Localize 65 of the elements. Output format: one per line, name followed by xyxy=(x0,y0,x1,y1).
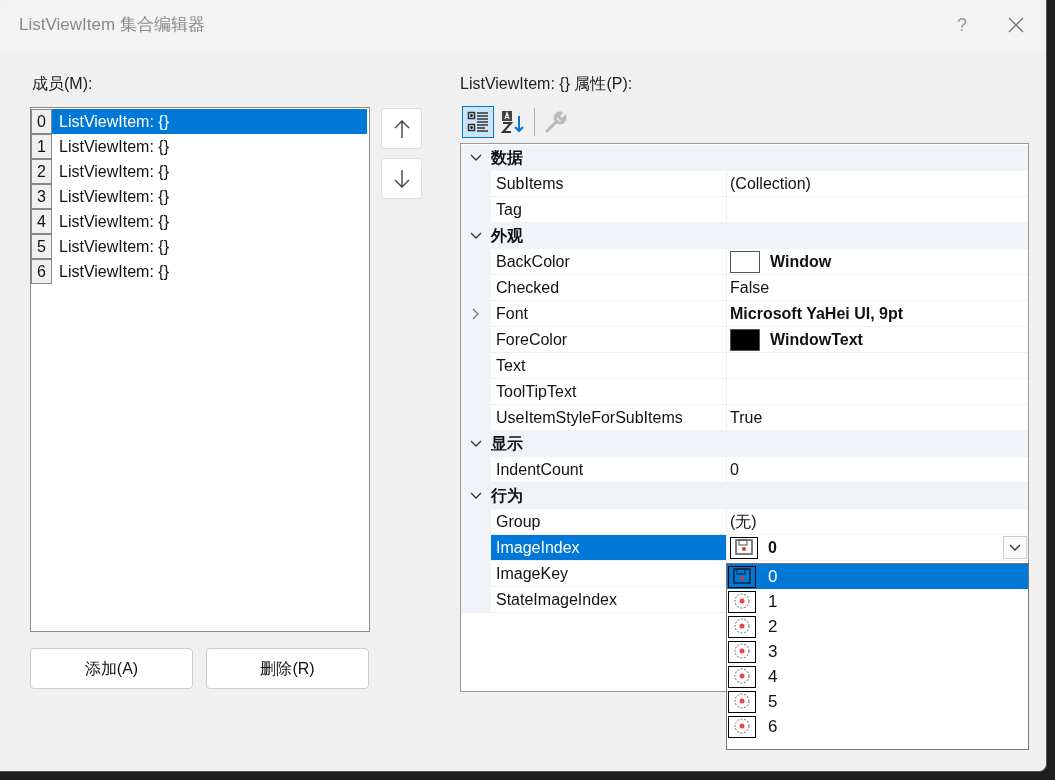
member-item[interactable]: ListViewItem: {} xyxy=(52,159,367,184)
property-name[interactable]: ToolTipText xyxy=(491,379,727,405)
sort-alphabetical-icon xyxy=(501,110,525,134)
member-item[interactable]: ListViewItem: {} xyxy=(52,109,367,134)
window-title: ListViewItem 集合编辑器 xyxy=(19,14,205,37)
member-item[interactable]: ListViewItem: {} xyxy=(52,209,367,234)
close-icon xyxy=(1008,17,1024,33)
property-value: False xyxy=(730,277,770,298)
property-value: 0 xyxy=(768,537,777,558)
row-index: 1 xyxy=(31,134,52,159)
categorized-button[interactable] xyxy=(462,106,494,138)
property-name[interactable]: Checked xyxy=(491,275,727,301)
row-index: 5 xyxy=(31,234,52,259)
dropdown-option[interactable]: 1 xyxy=(727,589,1028,614)
row-index: 0 xyxy=(31,109,52,134)
members-label: 成员(M): xyxy=(32,74,94,94)
dropdown-option[interactable]: 0 xyxy=(727,564,1028,589)
property-name[interactable]: ForeColor xyxy=(491,327,727,353)
member-item[interactable]: ListViewItem: {} xyxy=(52,234,367,259)
member-item[interactable]: ListViewItem: {} xyxy=(52,184,367,209)
dropdown-option[interactable]: 4 xyxy=(727,664,1028,689)
property-name[interactable]: SubItems xyxy=(491,171,727,197)
member-item[interactable]: ListViewItem: {} xyxy=(52,134,367,159)
row-index: 3 xyxy=(31,184,52,209)
chevron-down-icon xyxy=(470,492,482,500)
chevron-down-icon xyxy=(470,154,482,162)
property-value: Window xyxy=(770,251,832,272)
property-name[interactable]: Text xyxy=(491,353,727,379)
property-value: Microsoft YaHei UI, 9pt xyxy=(730,303,904,324)
dropdown-option[interactable]: 3 xyxy=(727,639,1028,664)
property-name[interactable]: Font xyxy=(491,301,727,327)
chevron-down-icon xyxy=(470,232,482,240)
property-name[interactable]: BackColor xyxy=(491,249,727,275)
property-name[interactable]: ImageIndex xyxy=(491,535,727,561)
property-value: True xyxy=(730,407,763,428)
dropdown-option[interactable]: 6 xyxy=(727,714,1028,739)
dropdown-button[interactable] xyxy=(1003,536,1027,559)
property-value: (Collection) xyxy=(730,173,811,194)
category-header: 外观 xyxy=(491,226,523,246)
members-list[interactable]: 0 ListViewItem: {} 1 ListViewItem: {} 2 ListViewItem: {} 3 ListViewItem: {} 4 ListViewItem: {} 5 ListViewItem: {} 6 ListViewItem: {} xyxy=(30,107,370,632)
category-header: 数据 xyxy=(491,148,523,168)
down-arrow-icon xyxy=(393,168,410,189)
member-item[interactable]: ListViewItem: {} xyxy=(52,259,367,284)
up-arrow-icon xyxy=(393,118,410,139)
row-index: 2 xyxy=(31,159,52,184)
chevron-down-icon xyxy=(1009,543,1021,552)
dropdown-option[interactable]: 2 xyxy=(727,614,1028,639)
categorized-icon xyxy=(467,111,489,133)
category-header: 显示 xyxy=(491,434,523,454)
dropdown-option[interactable]: 5 xyxy=(727,689,1028,714)
chevron-down-icon xyxy=(470,440,482,448)
remove-button[interactable]: 删除(R) xyxy=(206,648,369,689)
property-value: 0 xyxy=(730,459,739,480)
move-down-button[interactable] xyxy=(381,158,422,199)
wrench-icon xyxy=(544,110,568,134)
property-value: WindowText xyxy=(770,329,863,350)
row-index: 4 xyxy=(31,209,52,234)
row-index: 6 xyxy=(31,259,52,284)
properties-label: ListViewItem: {} 属性(P): xyxy=(460,74,634,94)
move-up-button[interactable] xyxy=(381,108,422,149)
add-button[interactable]: 添加(A) xyxy=(30,648,193,689)
chevron-right-icon xyxy=(472,308,480,320)
category-header: 行为 xyxy=(491,486,523,506)
property-value: (无) xyxy=(730,511,757,532)
image-thumbnail-icon xyxy=(728,565,756,588)
